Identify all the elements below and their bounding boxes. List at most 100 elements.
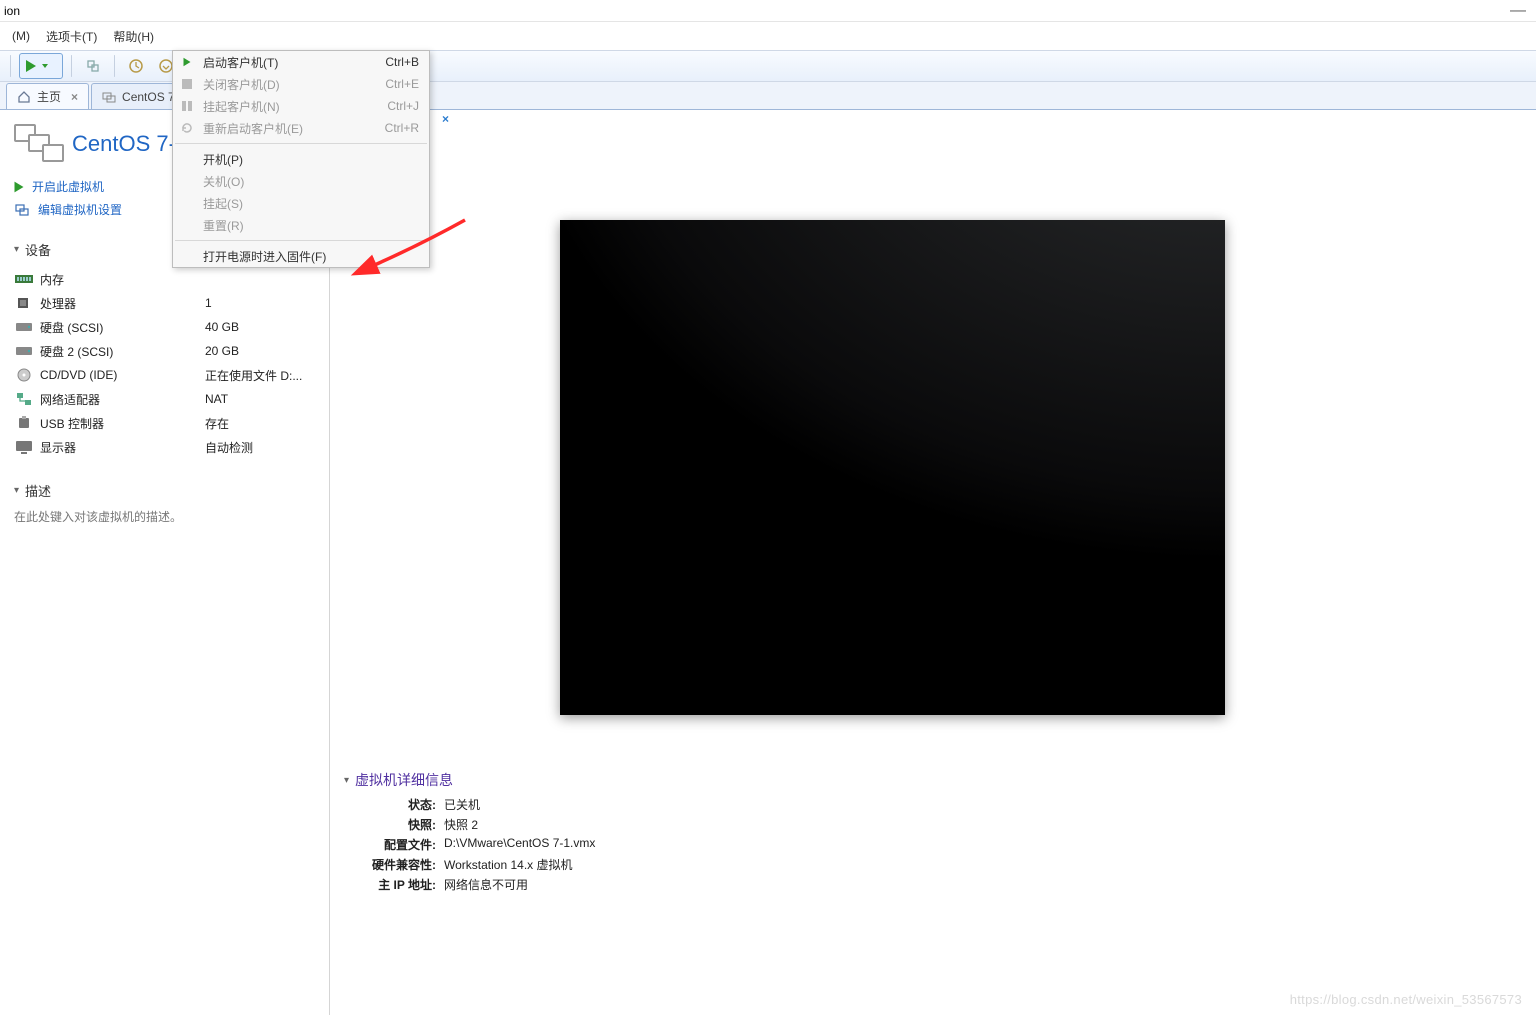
- vm-name: CentOS 7-1: [72, 131, 188, 157]
- menu-suspend-guest: 挂起客户机(N) Ctrl+J: [173, 95, 429, 117]
- device-row-disk1[interactable]: 硬盘 (SCSI) 40 GB: [14, 315, 319, 339]
- vm-details: 虚拟机详细信息 状态: 已关机 快照: 快照 2 配置文件: D:\VMware\Ce…: [344, 770, 1244, 896]
- stop-icon: [179, 76, 195, 92]
- detail-value: Workstation 14.x 虚拟机: [444, 856, 573, 876]
- device-value: 20 GB: [205, 344, 239, 358]
- menu-shortcut: Ctrl+J: [387, 99, 419, 113]
- menu-m[interactable]: (M): [4, 25, 38, 47]
- play-icon: [26, 60, 36, 72]
- detail-row-state: 状态: 已关机: [344, 796, 1244, 816]
- active-tab-close-proxy: [438, 84, 458, 110]
- detail-value: 快照 2: [444, 816, 478, 836]
- window-titlebar: ion —: [0, 0, 1536, 22]
- device-value: 正在使用文件 D:...: [205, 367, 302, 384]
- menubar: (M) 选项卡(T) 帮助(H): [0, 22, 1536, 50]
- watermark: https://blog.csdn.net/weixin_53567573: [1290, 992, 1522, 1007]
- power-dropdown-button[interactable]: [19, 53, 63, 79]
- menu-separator: [175, 143, 427, 144]
- menu-tabs[interactable]: 选项卡(T): [38, 24, 105, 49]
- menu-label: 关闭客户机(D): [203, 76, 280, 93]
- menu-power-on[interactable]: 开机(P): [173, 148, 429, 170]
- menu-shutdown-guest: 关闭客户机(D) Ctrl+E: [173, 73, 429, 95]
- detail-key: 配置文件:: [344, 836, 436, 856]
- toolbar-separator: [71, 55, 72, 77]
- device-row-usb[interactable]: USB 控制器 存在: [14, 411, 319, 435]
- vm-details-heading[interactable]: 虚拟机详细信息: [344, 770, 1244, 790]
- home-icon: [17, 90, 31, 104]
- device-row-memory[interactable]: 内存: [14, 267, 319, 291]
- snapshot-button[interactable]: [123, 53, 149, 79]
- device-label: USB 控制器: [40, 415, 205, 432]
- pause-icon: [179, 98, 195, 114]
- detail-key: 主 IP 地址:: [344, 876, 436, 896]
- annotation-arrow: [360, 215, 470, 275]
- detail-key: 快照:: [344, 816, 436, 836]
- disk-icon: [14, 319, 34, 335]
- detail-row-ip: 主 IP 地址: 网络信息不可用: [344, 876, 1244, 896]
- menu-label: 开机(P): [203, 151, 243, 168]
- detail-row-snapshot: 快照: 快照 2: [344, 816, 1244, 836]
- device-value: NAT: [205, 392, 228, 406]
- dropdown-chevron-icon: [42, 64, 48, 68]
- menu-help[interactable]: 帮助(H): [105, 24, 162, 49]
- cd-icon: [14, 367, 34, 383]
- content-pane: × 虚拟机详细信息 状态: 已关机 快照: 快照 2 配置文件: D:\VMware\…: [330, 110, 1536, 1015]
- detail-value: D:\VMware\CentOS 7-1.vmx: [444, 836, 595, 856]
- device-label: 硬盘 (SCSI): [40, 319, 205, 336]
- device-label: 处理器: [40, 295, 205, 312]
- play-icon: [179, 54, 195, 70]
- menu-label: 打开电源时进入固件(F): [203, 248, 326, 265]
- menu-shortcut: Ctrl+R: [385, 121, 419, 135]
- device-label: 显示器: [40, 439, 205, 456]
- power-on-label: 开启此虚拟机: [32, 178, 104, 195]
- vm-preview: [560, 220, 1225, 715]
- description-heading[interactable]: 描述: [14, 481, 319, 500]
- menu-pause: 挂起(S): [173, 192, 429, 214]
- device-row-cd[interactable]: CD/DVD (IDE) 正在使用文件 D:...: [14, 363, 319, 387]
- minimize-button[interactable]: —: [1510, 2, 1526, 20]
- play-icon: [15, 181, 24, 192]
- menu-label: 重置(R): [203, 217, 244, 234]
- vm-icon: [102, 90, 116, 104]
- menu-label: 启动客户机(T): [203, 54, 278, 71]
- tab-home[interactable]: 主页 ×: [6, 83, 89, 109]
- title-fragment: ion: [4, 4, 20, 18]
- menu-start-guest[interactable]: 启动客户机(T) Ctrl+B: [173, 51, 429, 73]
- device-value: 存在: [205, 415, 229, 432]
- network-icon: [14, 391, 34, 407]
- toolbar-separator: [114, 55, 115, 77]
- close-icon[interactable]: ×: [71, 90, 78, 104]
- edit-settings-label: 编辑虚拟机设置: [38, 201, 122, 218]
- display-icon: [14, 439, 34, 455]
- toolbar-button[interactable]: [80, 53, 106, 79]
- device-label: 内存: [40, 271, 205, 288]
- device-value: 自动检测: [205, 439, 253, 456]
- device-row-network[interactable]: 网络适配器 NAT: [14, 387, 319, 411]
- menu-power-off: 关机(O): [173, 170, 429, 192]
- cpu-icon: [14, 295, 34, 311]
- detail-row-config: 配置文件: D:\VMware\CentOS 7-1.vmx: [344, 836, 1244, 856]
- close-icon[interactable]: ×: [442, 112, 449, 126]
- menu-label: 重新启动客户机(E): [203, 120, 303, 137]
- device-row-disk2[interactable]: 硬盘 2 (SCSI) 20 GB: [14, 339, 319, 363]
- device-row-display[interactable]: 显示器 自动检测: [14, 435, 319, 459]
- device-label: 网络适配器: [40, 391, 205, 408]
- restart-icon: [179, 120, 195, 136]
- menu-shortcut: Ctrl+E: [385, 77, 419, 91]
- detail-key: 硬件兼容性:: [344, 856, 436, 876]
- vm-icon: [14, 124, 62, 164]
- detail-row-hw: 硬件兼容性: Workstation 14.x 虚拟机: [344, 856, 1244, 876]
- menu-restart-guest: 重新启动客户机(E) Ctrl+R: [173, 117, 429, 139]
- wrench-icon: [14, 202, 30, 218]
- detail-value: 网络信息不可用: [444, 876, 528, 896]
- disk-icon: [14, 343, 34, 359]
- usb-icon: [14, 415, 34, 431]
- detail-key: 状态:: [344, 796, 436, 816]
- description-placeholder[interactable]: 在此处键入对该虚拟机的描述。: [14, 508, 319, 525]
- menu-label: 挂起(S): [203, 195, 243, 212]
- device-label: 硬盘 2 (SCSI): [40, 343, 205, 360]
- detail-value: 已关机: [444, 796, 480, 816]
- device-row-cpu[interactable]: 处理器 1: [14, 291, 319, 315]
- toolbar-separator: [10, 55, 11, 77]
- device-value: 40 GB: [205, 320, 239, 334]
